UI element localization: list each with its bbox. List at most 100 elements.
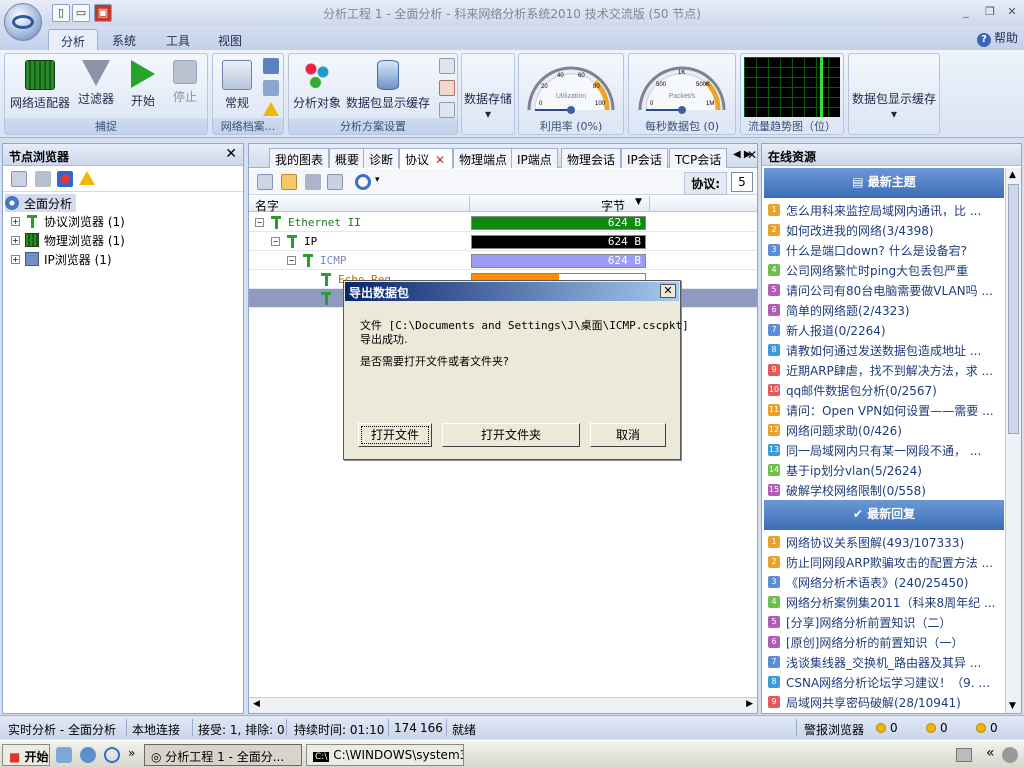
resource-link[interactable]: 15 破解学校网络限制(0/558): [768, 480, 1004, 500]
network-adapter-button[interactable]: 网络适配器: [7, 58, 73, 111]
data-storage-button[interactable]: 数据存储 ▾: [462, 90, 514, 121]
horizontal-scrollbar[interactable]: ◀ ▶: [249, 697, 757, 713]
tray-expand-icon[interactable]: «: [986, 745, 995, 761]
alarm-browser-button[interactable]: 警报浏览器: [804, 721, 864, 738]
vertical-scrollbar[interactable]: ▲ ▼: [1005, 168, 1021, 713]
resource-link[interactable]: 1 怎么用科来监控局域网内通讯，比 ...: [768, 200, 1004, 220]
tab-physical-endpoint[interactable]: 物理端点: [453, 148, 514, 168]
resource-link[interactable]: 7 浅谈集线器_交换机_路由器及其异 ...: [768, 652, 1004, 672]
start-button[interactable]: 开始: [123, 58, 163, 109]
tab-analysis[interactable]: 分析: [48, 29, 99, 51]
folder-icon[interactable]: [281, 174, 297, 190]
resource-link[interactable]: 8 请教如何通过发送数据包造成地址 ...: [768, 340, 1004, 360]
collapse-icon[interactable]: −: [271, 236, 280, 246]
stop-button[interactable]: 停止: [165, 58, 205, 105]
resource-link[interactable]: 6 简单的网络题(2/4323): [768, 300, 1004, 320]
resource-link[interactable]: 5 请问公司有80台电脑需要做VLAN吗 ...: [768, 280, 1004, 300]
close-view-icon[interactable]: ✕: [747, 148, 757, 162]
resource-link[interactable]: 7 新人报道(0/2264): [768, 320, 1004, 340]
app-menu-button[interactable]: [4, 3, 42, 41]
packet-buffer-button[interactable]: 数据包显示缓存: [345, 58, 431, 111]
resource-link[interactable]: 2 如何改进我的网络(3/4398): [768, 220, 1004, 240]
tree-item-ip[interactable]: + IP浏览器 (1): [11, 250, 112, 268]
task-cmd-window[interactable]: C:\ C:\WINDOWS\system32...: [306, 744, 464, 766]
add-scheme-icon[interactable]: [439, 80, 455, 96]
start-menu-button[interactable]: ■ 开始: [2, 744, 50, 766]
close-tab-icon[interactable]: ✕: [435, 153, 445, 167]
tab-ip-endpoint[interactable]: IP端点: [511, 148, 558, 168]
quicklaunch-media-icon[interactable]: [80, 747, 96, 763]
expand-icon[interactable]: +: [11, 216, 20, 226]
scroll-up-icon[interactable]: ▲: [1009, 170, 1016, 180]
list-icon[interactable]: [439, 102, 455, 118]
resource-link[interactable]: 9 近期ARP肆虐，找不到解决方法，求 ...: [768, 360, 1004, 380]
resource-link[interactable]: 5 [分享]网络分析前置知识（二）: [768, 612, 1004, 632]
collapse-icon[interactable]: −: [287, 255, 296, 265]
scroll-left-icon[interactable]: ◀: [253, 699, 260, 709]
resource-link[interactable]: 4 网络分析案例集2011（科来8周年纪 ...: [768, 592, 1004, 612]
resource-link[interactable]: 4 公司网络繁忙时ping大包丢包严重: [768, 260, 1004, 280]
add-node-icon[interactable]: [11, 171, 27, 187]
resource-link[interactable]: 12 网络问题求助(0/426): [768, 420, 1004, 440]
filter-icon[interactable]: [35, 171, 51, 187]
resource-link[interactable]: 10 qq邮件数据包分析(0/2567): [768, 380, 1004, 400]
resource-link[interactable]: 3 什么是端口down? 什么是设备宕?: [768, 240, 1004, 260]
help-button[interactable]: ? 帮助: [976, 29, 1018, 47]
tree-item-physical[interactable]: + 物理浏览器 (1): [11, 231, 125, 249]
settings-icon[interactable]: [263, 80, 279, 96]
network-tree-icon[interactable]: [263, 58, 279, 74]
scroll-thumb[interactable]: [1008, 184, 1019, 434]
expand-icon[interactable]: +: [11, 235, 20, 245]
resource-link[interactable]: 2 防止同网段ARP欺骗攻击的配置方法 ...: [768, 552, 1004, 572]
resource-link[interactable]: 11 请问：Open VPN如何设置——需要 ...: [768, 400, 1004, 420]
tab-summary[interactable]: 概要: [329, 148, 366, 168]
resource-link[interactable]: 6 [原创]网络分析的前置知识（一）: [768, 632, 1004, 652]
tab-view[interactable]: 视图: [206, 29, 254, 51]
dialog-close-button[interactable]: ✕: [660, 284, 676, 298]
restore-button[interactable]: ❐: [982, 5, 998, 19]
cancel-button[interactable]: 取消: [590, 423, 666, 447]
sort-down-icon[interactable]: ▼: [635, 197, 642, 207]
display-cache-button[interactable]: 数据包显示缓存 ▾: [849, 90, 939, 121]
expand-icon[interactable]: +: [11, 254, 20, 264]
table-row[interactable]: − Ethernet II 624 B: [249, 213, 757, 232]
resource-link[interactable]: 13 同一局域网内只有某一网段不通， ...: [768, 440, 1004, 460]
analysis-target-button[interactable]: 分析对象: [291, 58, 343, 111]
tree-root-all-analysis[interactable]: 全面分析: [5, 194, 77, 212]
bytes-column-header[interactable]: 字节: [601, 197, 625, 214]
resource-link[interactable]: 3 《网络分析术语表》(240/25450): [768, 572, 1004, 592]
tab-physical-conversation[interactable]: 物理会话: [561, 148, 622, 168]
open-file-button[interactable]: 打开文件: [358, 423, 432, 447]
close-panel-button[interactable]: ✕: [225, 146, 237, 162]
resource-link[interactable]: 8 CSNA网络分析论坛学习建议！（9. ...: [768, 672, 1004, 692]
resource-link[interactable]: 14 基于ip划分vlan(5/2624): [768, 460, 1004, 480]
profile-normal-button[interactable]: 常规: [217, 58, 257, 111]
resource-link[interactable]: 9 局域网共享密码破解(28/10941): [768, 692, 1004, 712]
tab-my-charts[interactable]: 我的图表: [269, 148, 330, 168]
scroll-right-icon[interactable]: ▶: [746, 699, 753, 709]
resource-link[interactable]: 1 网络协议关系图解(493/107333): [768, 532, 1004, 552]
tab-ip-conversation[interactable]: IP会话: [621, 148, 668, 168]
open-folder-button[interactable]: 打开文件夹: [442, 423, 580, 447]
minimize-button[interactable]: _: [958, 5, 974, 19]
filter-button[interactable]: 过滤器: [73, 58, 119, 107]
edit-icon[interactable]: [439, 58, 455, 74]
tab-tools[interactable]: 工具: [154, 29, 202, 51]
tab-diagnosis[interactable]: 诊断: [363, 148, 400, 168]
save-icon[interactable]: [257, 174, 273, 190]
tab-protocol[interactable]: 协议 ✕: [399, 148, 453, 169]
table-row[interactable]: − ICMP 624 B: [249, 251, 757, 270]
close-window-button[interactable]: ✕: [1004, 5, 1020, 19]
table-row[interactable]: − IP 624 B: [249, 232, 757, 251]
collapse-icon[interactable]: −: [255, 217, 264, 227]
taskbar-overflow-icon[interactable]: »: [128, 746, 135, 760]
refresh-icon[interactable]: [355, 174, 371, 190]
scroll-down-icon[interactable]: ▼: [1009, 701, 1016, 711]
keyboard-tray-icon[interactable]: [956, 748, 972, 762]
chevron-down-icon[interactable]: ▾: [375, 175, 380, 185]
tree-item-protocol[interactable]: + 协议浏览器 (1): [11, 212, 125, 230]
quicklaunch-browser-icon[interactable]: [104, 747, 120, 763]
filter-icon[interactable]: [305, 174, 321, 190]
tab-tcp-conversation[interactable]: TCP会话: [669, 148, 728, 168]
quicklaunch-desktop-icon[interactable]: [56, 747, 72, 763]
